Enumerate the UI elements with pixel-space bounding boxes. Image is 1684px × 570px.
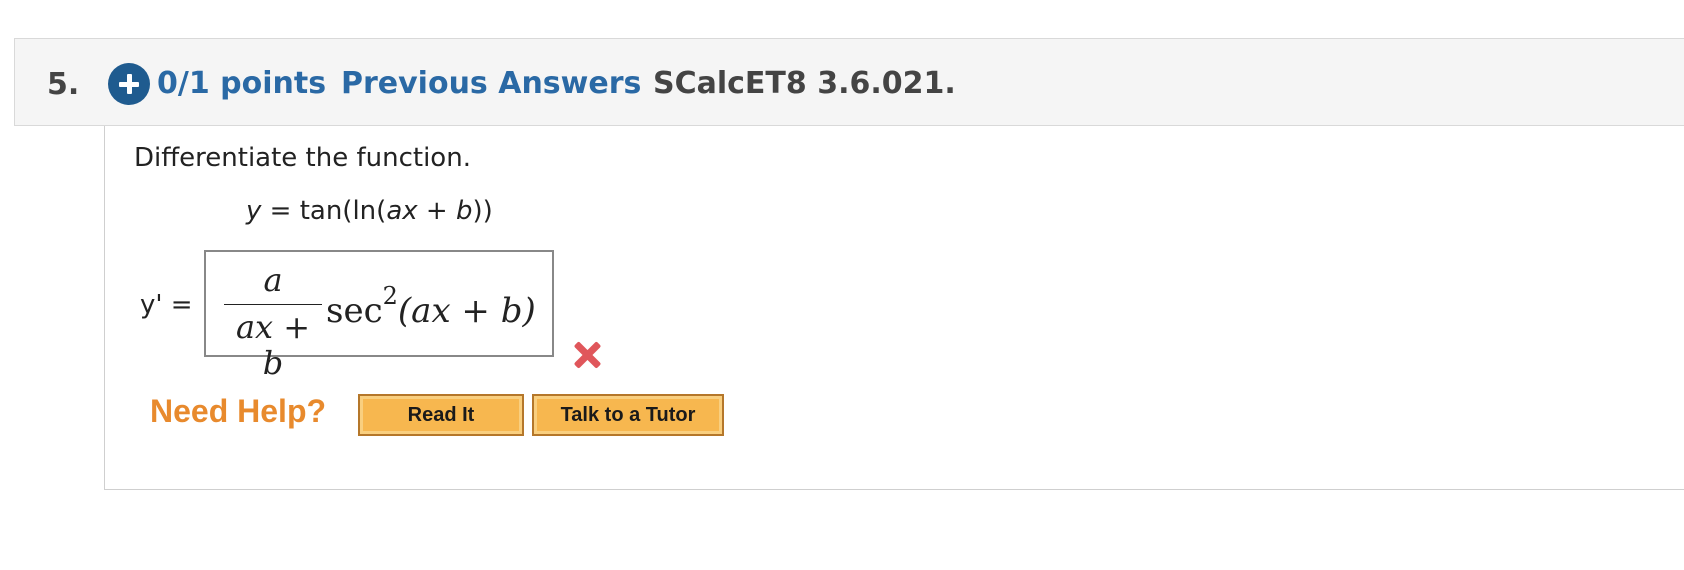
talk-to-tutor-button[interactable]: Talk to a Tutor [532,394,724,436]
answer-label: y' = [140,290,193,320]
answer-secant-term: sec2(ax + b) [326,282,536,331]
function-lhs: y [246,196,262,226]
secant-exponent: 2 [382,282,398,310]
question-number: 5. [47,67,80,102]
talk-to-tutor-label: Talk to a Tutor [560,404,696,426]
function-expression: y = tan(ln(ax + b)) [246,196,493,226]
secant-func: sec [326,291,383,331]
expand-plus-icon[interactable] [108,63,150,105]
secant-argument: (ax + b) [397,291,536,331]
fraction-denominator: ax + b [235,308,311,382]
question-code: SCalcET8 3.6.021. [653,66,956,101]
incorrect-x-icon [573,341,601,369]
function-eq: = tan(ln( [261,196,387,226]
function-close: )) [472,196,493,226]
fraction-numerator: a [263,261,283,299]
points-link[interactable]: 0/1 points [157,66,326,101]
read-it-label: Read It [407,404,475,426]
question-prompt: Differentiate the function. [134,143,471,173]
fraction-bar [224,304,322,305]
function-a: ax [386,196,418,226]
previous-answers-link[interactable]: Previous Answers [341,66,641,101]
answer-fraction: a ax + b [224,261,322,382]
function-b: b [455,196,473,226]
function-plus: + [417,196,456,226]
answer-input[interactable]: a ax + b sec2(ax + b) [204,250,554,382]
need-help-label: Need Help? [150,393,327,429]
read-it-button[interactable]: Read It [358,394,524,436]
question-header: 5. 0/1 points Previous Answers SCalcET8 … [14,38,1684,126]
